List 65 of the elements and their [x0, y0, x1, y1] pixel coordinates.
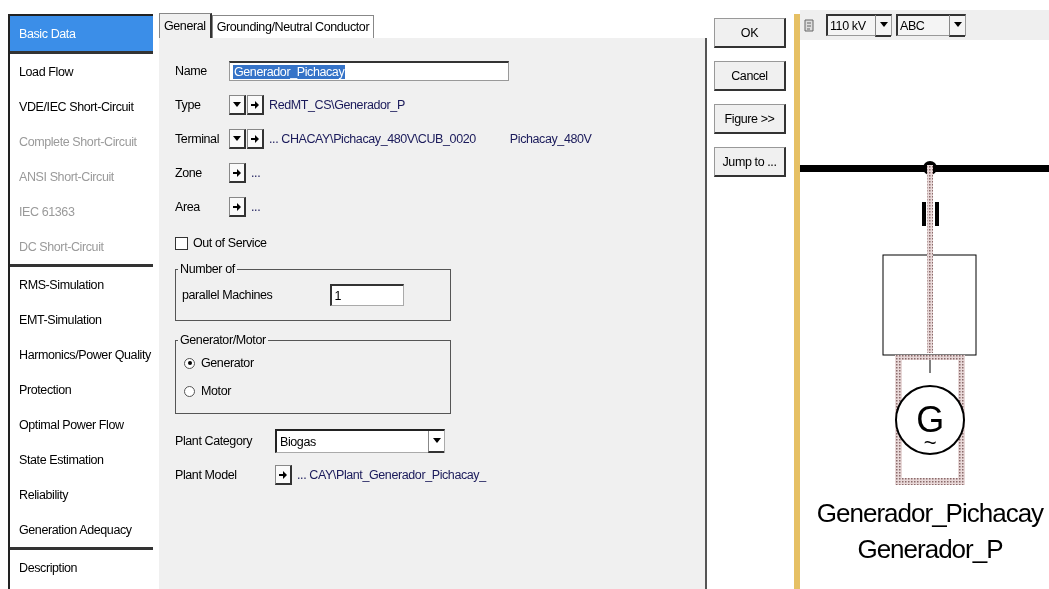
field-label: Type	[175, 98, 202, 112]
dropdown-arrow-icon	[432, 438, 441, 443]
name-field[interactable]: Generador_Pichacay	[229, 61, 509, 81]
radio-label: Motor	[201, 384, 231, 398]
jump-button[interactable]	[229, 163, 246, 183]
sidebar-item[interactable]: Optimal Power Flow	[10, 407, 153, 442]
group-title: Generator/Motor	[179, 333, 267, 347]
sidebar-item[interactable]: State Estimation	[10, 442, 153, 477]
jump-button[interactable]	[229, 197, 246, 217]
arrow-right-icon	[251, 100, 259, 109]
checkbox[interactable]	[175, 236, 188, 250]
voltage-dropdown[interactable]: 110 kV	[826, 14, 892, 36]
sidebar-item[interactable]: RMS-Simulation	[10, 267, 153, 302]
arrow-right-icon	[233, 168, 241, 177]
sidebar-item[interactable]: Harmonics/Power Quality	[10, 337, 153, 372]
jump-button[interactable]	[247, 95, 264, 115]
radio-label: Generator	[201, 356, 254, 370]
jump-button[interactable]	[275, 465, 292, 485]
dialog-button[interactable]: Jump to ...	[714, 147, 786, 177]
generator-symbol: G	[916, 399, 944, 440]
checkbox-label: Out of Service	[193, 236, 267, 250]
field-label: Zone	[175, 166, 203, 180]
dropdown-arrow-icon	[953, 22, 962, 27]
radio-button[interactable]	[184, 385, 195, 397]
dropdown-button[interactable]	[229, 129, 246, 149]
field-label: Area	[175, 200, 201, 214]
dialog-button[interactable]: Figure >>	[714, 104, 786, 134]
sidebar-item[interactable]: Generation Adequacy	[10, 512, 153, 547]
field-label: Plant Model	[175, 468, 238, 482]
tab[interactable]: General	[159, 13, 212, 38]
sidebar-item[interactable]: EMT-Simulation	[10, 302, 153, 337]
arrow-right-icon	[233, 202, 241, 211]
category-dropdown[interactable]: Biogas	[275, 429, 445, 453]
clipboard-icon[interactable]	[804, 18, 814, 32]
field-label: parallel Machines	[182, 288, 273, 302]
dropdown-arrow-icon	[879, 22, 888, 27]
element-label: Generador_P	[857, 534, 1003, 564]
dropdown-arrow-icon	[233, 102, 241, 107]
dialog-button[interactable]: OK	[714, 18, 786, 48]
phase-dropdown[interactable]: ABC	[896, 14, 966, 36]
tab[interactable]: Grounding/Neutral Conductor	[211, 15, 375, 38]
jump-button[interactable]	[247, 129, 264, 149]
field-value: ... CAY\Plant_Generador_Pichacay_	[297, 468, 486, 482]
field-label: Plant Category	[175, 434, 254, 448]
field-value: ... CHACAY\Pichacay_480V\CUB_0020	[269, 132, 476, 146]
sidebar-item[interactable]: Load Flow	[10, 54, 153, 89]
field-label: Name	[175, 64, 208, 78]
field-label: Terminal	[175, 132, 221, 146]
arrow-right-icon	[251, 134, 259, 143]
field-value: ...	[251, 200, 261, 214]
group-title: Number of	[179, 262, 237, 276]
sidebar-item[interactable]: VDE/IEC Short-Circuit	[10, 89, 153, 124]
element-label: Generador_Pichacay	[816, 498, 1044, 528]
dropdown-arrow-icon	[233, 136, 241, 141]
field-value: RedMT_CS\Generador_P	[269, 98, 405, 112]
sidebar-item[interactable]: Reliability	[10, 477, 153, 512]
field-value: ...	[251, 166, 261, 180]
dialog-button[interactable]: Cancel	[714, 61, 786, 91]
node-label: Pichacay_480V	[509, 132, 592, 146]
sidebar-item[interactable]: Protection	[10, 372, 153, 407]
radio-button[interactable]	[184, 357, 195, 369]
arrow-right-icon	[279, 470, 287, 479]
sidebar-item[interactable]: Description	[10, 550, 153, 585]
number-field[interactable]: 1	[330, 284, 405, 306]
dropdown-button[interactable]	[229, 95, 246, 115]
